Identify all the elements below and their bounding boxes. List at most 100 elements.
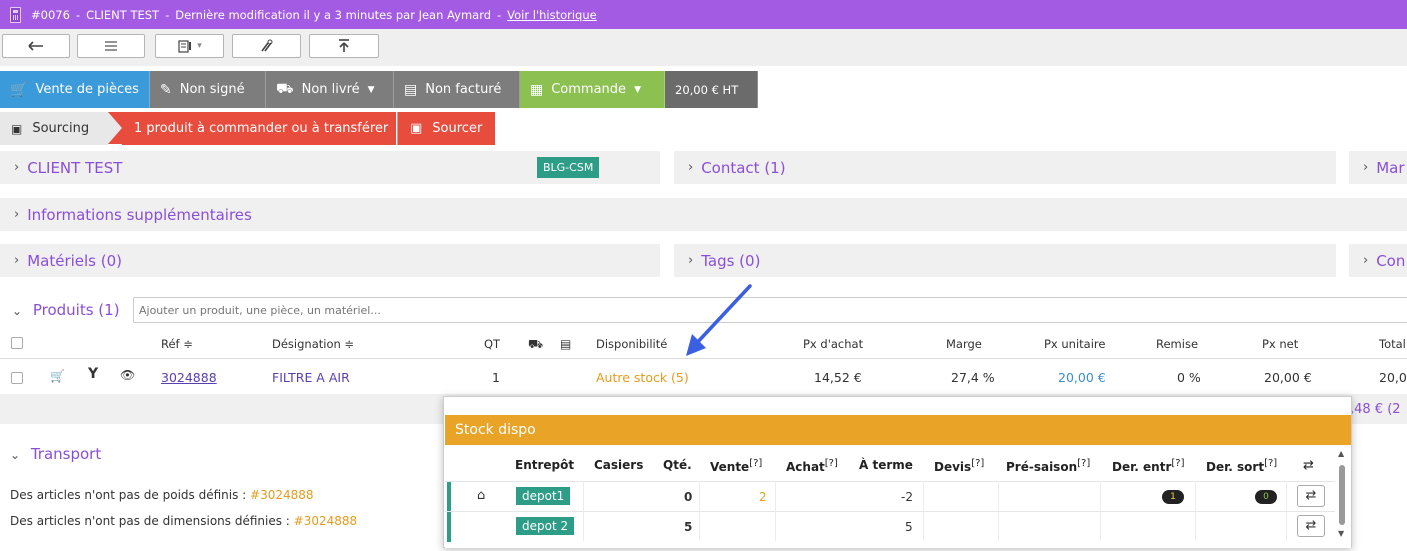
transport-dimension-warning: Des articles n'ont pas de dimensions déf… (10, 514, 358, 528)
product-discount[interactable]: 0 % (1177, 370, 1201, 385)
eye-icon[interactable]: 👁 (120, 368, 135, 382)
delivery-status[interactable]: ⛟ Non livré ▼ (266, 71, 394, 108)
product-qt[interactable]: 1 (492, 370, 500, 385)
building-icon: ▣ (11, 121, 23, 136)
stock-qty: 0 (684, 490, 693, 504)
col-quote: Devis[?] (934, 458, 985, 474)
caret-down-icon: ▼ (634, 84, 641, 95)
list-button[interactable] (77, 34, 145, 58)
invoice-status[interactable]: ▤ Non facturé (394, 71, 520, 108)
product-designation[interactable]: FILTRE A AIR (272, 370, 350, 385)
source-button[interactable]: ▣ Sourcer (397, 112, 495, 145)
stock-table: Entrepôt Casiers Qté. Vente[?] Achat[?] … (445, 445, 1351, 548)
warehouse-icon: ⌂ (477, 488, 486, 503)
col-ref[interactable]: Réf ≑ (161, 337, 193, 351)
chevron-right-icon: › (688, 253, 694, 268)
client-code-badge: BLG-CSM (537, 157, 600, 178)
scroll-up-icon[interactable]: ▲ (1338, 449, 1344, 458)
row-checkbox[interactable] (11, 372, 23, 384)
product-unit-price[interactable]: 20,00 € (1058, 370, 1106, 385)
col-preseason: Pré-saison[?] (1006, 458, 1091, 474)
col-last-in: Der. entr[?] (1112, 458, 1185, 474)
scroll-down-icon[interactable]: ▼ (1338, 529, 1344, 538)
tags-panel[interactable]: › Tags (0) (674, 244, 1336, 277)
print-button[interactable]: ▾ (155, 34, 224, 58)
right-panel-2[interactable]: › Con (1349, 244, 1407, 277)
chevron-right-icon: › (14, 207, 20, 222)
col-net-price: Px net (1262, 337, 1299, 351)
info-panel[interactable]: › Informations supplémentaires (0, 198, 1407, 231)
client-name: CLIENT TEST (86, 7, 160, 22)
last-in-badge: 1 (1162, 490, 1184, 504)
col-warehouse: Entrepôt (515, 458, 575, 472)
right-panel-1[interactable]: › Mar (1349, 151, 1407, 184)
contact-panel[interactable]: › Contact (1) (674, 151, 1336, 184)
chevron-right-icon: › (14, 253, 20, 268)
transport-weight-warning: Des articles n'ont pas de poids définis … (10, 488, 314, 502)
col-margin: Marge (946, 337, 982, 351)
chevron-down-icon: ⌄ (10, 448, 21, 462)
products-title: Produits (1) (32, 301, 120, 319)
product-ref-link[interactable]: 3024888 (161, 370, 217, 385)
dimension-ref-link[interactable]: #3024888 (294, 514, 358, 528)
scroll-thumb[interactable] (1339, 465, 1345, 525)
col-total: Total (1379, 337, 1406, 351)
help-icon: [?] (1264, 458, 1278, 469)
upload-icon (339, 39, 349, 52)
select-all-checkbox[interactable] (11, 337, 23, 349)
help-icon: [?] (824, 458, 838, 469)
stock-popup-title: Stock dispo (445, 415, 1351, 445)
add-product-input[interactable] (133, 297, 1407, 323)
transport-section[interactable]: ⌄ Transport (10, 445, 101, 463)
fork-icon[interactable]: Υ (88, 366, 98, 382)
materials-panel[interactable]: › Matériels (0) (0, 244, 660, 277)
chevron-down-icon: ⌄ (12, 304, 23, 318)
order-status[interactable]: ▦ Commande ▼ (520, 71, 665, 108)
annotation-arrow (686, 284, 752, 356)
col-availability: Disponibilité (596, 337, 668, 351)
upload-button[interactable] (309, 34, 379, 58)
edit-icon: ✎ (160, 81, 172, 98)
swap-icon[interactable]: ⇄ (1303, 458, 1314, 473)
transfer-button[interactable]: ⇄ (1297, 485, 1325, 507)
stock-scrollbar[interactable]: ▲ ▼ (1335, 449, 1349, 539)
stock-qty: 5 (684, 520, 693, 534)
stock-popup: Stock dispo Entrepôt Casiers Qté. Vente[… (443, 396, 1352, 548)
status-bar: 🛒 Vente de pièces ✎ Non signé ⛟ Non livr… (0, 71, 1407, 108)
stock-sale: 2 (759, 490, 767, 504)
col-designation[interactable]: Désignation ≑ (272, 337, 354, 351)
product-total: 20,0 (1379, 370, 1407, 385)
amount-badge: 20,00 € HT (665, 71, 758, 108)
chevron-right-icon: › (688, 160, 694, 175)
back-button[interactable] (2, 34, 70, 58)
chevron-right-icon: › (1363, 253, 1369, 268)
tools-button[interactable] (232, 34, 301, 58)
col-term: À terme (859, 458, 913, 472)
col-purchase: Achat[?] (786, 458, 838, 474)
arrow-left-icon (28, 41, 43, 51)
tools-icon (260, 39, 272, 52)
caret-icon: ▾ (197, 41, 202, 51)
chevron-right-icon: › (14, 160, 20, 175)
history-link[interactable]: Voir l'historique (507, 8, 597, 22)
product-net-price: 20,00 € (1264, 370, 1312, 385)
transfer-button[interactable]: ⇄ (1297, 515, 1325, 537)
sale-type-segment[interactable]: 🛒 Vente de pièces (0, 71, 150, 108)
help-icon: [?] (971, 458, 985, 469)
stock-row-depot1: ⌂ depot1 0 2 -2 1 0 ⇄ (445, 481, 1335, 512)
weight-ref-link[interactable]: #3024888 (250, 488, 314, 502)
print-invoice-icon (178, 40, 192, 53)
invoice-icon: ▤ (404, 81, 418, 98)
warehouse-badge: depot1 (516, 487, 571, 505)
building-icon: ▣ (410, 121, 423, 136)
product-availability[interactable]: Autre stock (5) (596, 370, 689, 385)
cart-icon[interactable]: 🛒 (50, 369, 65, 383)
products-header[interactable]: ⌄ Produits (1) (0, 296, 120, 324)
total-amount: ,48 € (2 (1350, 402, 1401, 417)
col-qt: QT (484, 337, 501, 351)
product-margin: 27,4 % (951, 370, 995, 385)
signature-status[interactable]: ✎ Non signé (150, 71, 266, 108)
sourcing-message: 1 produit à commander ou à transférer (122, 112, 396, 145)
col-purchase-price: Px d'achat (803, 337, 864, 351)
help-icon: [?] (1077, 458, 1091, 469)
